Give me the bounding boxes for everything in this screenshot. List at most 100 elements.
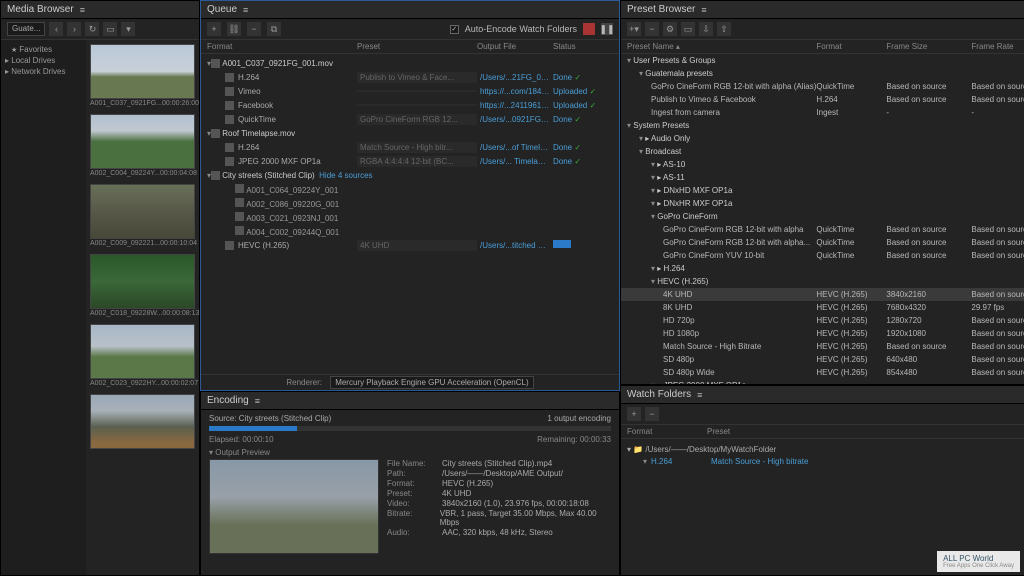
panel-menu-icon[interactable]: ≡	[255, 396, 260, 406]
auto-encode-checkbox[interactable]: ✓	[450, 25, 459, 34]
check-icon: ✓	[574, 143, 581, 152]
media-thumbnail[interactable]: A002_C009_092221...00:00:10:04	[90, 184, 195, 248]
preset-group[interactable]: HEVC (H.265)	[621, 275, 1024, 288]
queue-output-row[interactable]: JPEG 2000 MXF OP1aRGBA 4:4:4:4 12-bit (B…	[201, 154, 619, 168]
queue-output-row[interactable]: H.264Match Source - High bitr.../Users/.…	[201, 140, 619, 154]
check-icon: ✓	[589, 87, 596, 96]
preset-item[interactable]: 8K UHDHEVC (H.265)7680x432029.97 fps120 …	[621, 301, 1024, 314]
preset-item[interactable]: SD 480p WideHEVC (H.265)854x480Based on …	[621, 366, 1024, 379]
remove-preset-icon[interactable]: −	[645, 22, 659, 36]
preset-item[interactable]: GoPro CineForm YUV 10-bitQuickTimeBased …	[621, 249, 1024, 262]
encoding-header: Encoding ≡	[201, 392, 619, 410]
folder-icon[interactable]: ▭	[103, 22, 117, 36]
preset-group[interactable]: ▸ Audio Only	[621, 132, 1024, 145]
format-icon	[225, 241, 234, 250]
tree-favorites[interactable]: Favorites	[5, 44, 82, 55]
media-path-selector[interactable]: Guate...	[7, 22, 45, 36]
queue-group-header[interactable]: A001_C037_0921FG_001.mov	[201, 56, 619, 70]
queue-source-row[interactable]: A002_C086_09220G_001	[201, 196, 619, 210]
preset-item[interactable]: SD 480pHEVC (H.265)640x480Based on sourc…	[621, 353, 1024, 366]
media-thumbnails: A001_C037_0921FG...00:00:26:00A002_C004_…	[86, 40, 199, 575]
queue-output-row[interactable]: QuickTimeGoPro CineForm RGB 12.../Users/…	[201, 112, 619, 126]
add-preset-icon[interactable]: +▾	[627, 22, 641, 36]
queue-output-row[interactable]: HEVC (H.265)4K UHD/Users/...titched Clip…	[201, 238, 619, 252]
preset-item[interactable]: GoPro CineForm RGB 12-bit with alpha...Q…	[621, 236, 1024, 249]
media-thumbnail[interactable]: A002_C023_0922HY...00:00:02:07	[90, 324, 195, 388]
forward-icon[interactable]: ›	[67, 22, 81, 36]
queue-group-header[interactable]: City streets (Stitched Clip) Hide 4 sour…	[201, 168, 619, 182]
stop-button[interactable]	[583, 23, 595, 35]
link-icon[interactable]: ⛓	[227, 22, 241, 36]
media-thumbnail[interactable]: A001_C037_0921FG...00:00:26:00	[90, 44, 195, 108]
pause-button[interactable]: ❚❚	[601, 23, 613, 35]
import-icon[interactable]: ⇩	[699, 22, 713, 36]
duplicate-icon[interactable]: ⧉	[267, 22, 281, 36]
preset-item[interactable]: HD 1080pHEVC (H.265)1920x1080Based on so…	[621, 327, 1024, 340]
encoding-progress	[209, 426, 611, 431]
tree-network-drives[interactable]: ▸ Network Drives	[5, 66, 82, 77]
queue-group-header[interactable]: Roof Timelapse.mov	[201, 126, 619, 140]
media-thumbnail[interactable]	[90, 394, 195, 451]
preset-list: User Presets & GroupsGuatemala presetsGo…	[621, 54, 1024, 384]
hide-sources-link[interactable]: Hide 4 sources	[319, 171, 372, 180]
media-tree: Favorites ▸ Local Drives ▸ Network Drive…	[1, 40, 86, 575]
format-icon	[225, 73, 234, 82]
panel-menu-icon[interactable]: ≡	[697, 390, 702, 400]
new-folder-icon[interactable]: ▭	[681, 22, 695, 36]
queue-source-row[interactable]: A001_C064_09224Y_001	[201, 182, 619, 196]
watermark: ALL PC World Free Apps One Click Away	[937, 551, 1020, 572]
panel-menu-icon[interactable]: ≡	[701, 5, 706, 15]
preset-group[interactable]: Broadcast	[621, 145, 1024, 158]
queue-output-row[interactable]: H.264Publish to Vimeo & Face.../Users/..…	[201, 70, 619, 84]
preset-group[interactable]: GoPro CineForm	[621, 210, 1024, 223]
preset-group[interactable]: System Presets	[621, 119, 1024, 132]
preset-group[interactable]: ▸ DNxHD MXF OP1a	[621, 184, 1024, 197]
preset-group[interactable]: ▸ AS-11	[621, 171, 1024, 184]
remove-watch-icon[interactable]: −	[645, 407, 659, 421]
clip-icon	[211, 171, 220, 180]
preset-item[interactable]: HD 720pHEVC (H.265)1280x720Based on sour…	[621, 314, 1024, 327]
preset-group[interactable]: ▸ JPEG 2000 MXF OP1a	[621, 379, 1024, 384]
preset-item[interactable]: Match Source - High BitrateHEVC (H.265)B…	[621, 340, 1024, 353]
preset-group[interactable]: ▸ H.264	[621, 262, 1024, 275]
remove-icon[interactable]: −	[247, 22, 261, 36]
preset-group[interactable]: Guatemala presets	[621, 67, 1024, 80]
panel-menu-icon[interactable]: ≡	[243, 5, 248, 15]
format-icon	[225, 87, 234, 96]
renderer-select[interactable]: Mercury Playback Engine GPU Acceleration…	[330, 376, 533, 389]
output-preview-frame	[209, 459, 379, 554]
add-watch-icon[interactable]: +	[627, 407, 641, 421]
export-icon[interactable]: ⇧	[717, 22, 731, 36]
watch-row[interactable]: ▾ H.264 Match Source - High bitrate	[627, 456, 1024, 467]
watch-columns: Format Preset	[621, 425, 1024, 439]
watch-folder-path[interactable]: ▾ 📁 /Users/——/Desktop/MyWatchFolder	[627, 443, 1024, 456]
queue-source-row[interactable]: A003_C021_0923NJ_001	[201, 210, 619, 224]
queue-source-row[interactable]: A004_C002_09244Q_001	[201, 224, 619, 238]
back-icon[interactable]: ‹	[49, 22, 63, 36]
refresh-icon[interactable]: ↻	[85, 22, 99, 36]
preset-settings-icon[interactable]: ⚙	[663, 22, 677, 36]
filter-icon[interactable]: ▾	[121, 22, 135, 36]
preset-item[interactable]: GoPro CineForm RGB 12-bit with alphaQuic…	[621, 223, 1024, 236]
preset-item[interactable]: GoPro CineForm RGB 12-bit with alpha (Al…	[621, 80, 1024, 93]
clip-icon	[211, 129, 220, 138]
queue-panel: Queue ≡ + ⛓ − ⧉ ✓ Auto-Encode Watch Fold…	[200, 0, 620, 391]
output-preview-label: Output Preview	[215, 448, 270, 457]
preset-group[interactable]: User Presets & Groups	[621, 54, 1024, 67]
media-thumbnail[interactable]: A002_C004_09224Y...00:00:04:08	[90, 114, 195, 178]
queue-output-row[interactable]: Vimeohttps://...com/184066142Uploaded ✓	[201, 84, 619, 98]
panel-menu-icon[interactable]: ≡	[80, 5, 85, 15]
preset-item[interactable]: Ingest from cameraIngest--	[621, 106, 1024, 119]
media-thumbnail[interactable]: A002_C018_09228W...00:00:08:13	[90, 254, 195, 318]
encoding-output-count: 1 output encoding	[547, 414, 611, 423]
add-source-icon[interactable]: +	[207, 22, 221, 36]
tree-local-drives[interactable]: ▸ Local Drives	[5, 55, 82, 66]
clip-icon	[235, 198, 244, 207]
encoding-panel: Encoding ≡ Source: City streets (Stitche…	[200, 391, 620, 576]
queue-output-row[interactable]: Facebookhttps://...24119614602283Uploade…	[201, 98, 619, 112]
preset-item[interactable]: Publish to Vimeo & FacebookH.264Based on…	[621, 93, 1024, 106]
preset-columns: Preset Name ▴ Format Frame Size Frame Ra…	[621, 40, 1024, 54]
preset-group[interactable]: ▸ DNxHR MXF OP1a	[621, 197, 1024, 210]
preset-group[interactable]: ▸ AS-10	[621, 158, 1024, 171]
preset-item[interactable]: 4K UHDHEVC (H.265)3840x2160Based on sour…	[621, 288, 1024, 301]
